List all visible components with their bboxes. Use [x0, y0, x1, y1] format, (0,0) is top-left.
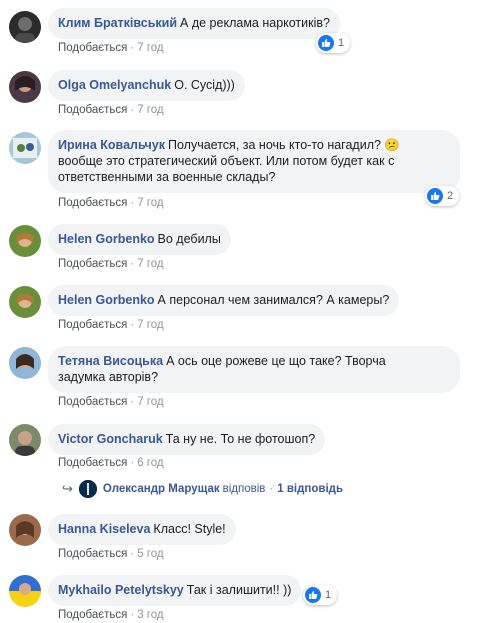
reply-arrow-icon: ↪: [62, 481, 73, 496]
comment-actions: Подобається · 7 год: [58, 396, 164, 408]
reaction-number: 2: [447, 190, 454, 202]
comment-time[interactable]: 7 год: [137, 258, 163, 270]
like-button[interactable]: Подобається: [58, 609, 127, 621]
comment-text: А персонал чем занимался? А камеры?: [157, 293, 390, 307]
comment-actions: Подобається · 5 год: [58, 548, 164, 560]
comment-actions: Подобається · 7 год: [58, 258, 164, 270]
comment-author[interactable]: Тетяна Висоцька: [58, 354, 163, 368]
comment-bubble: Olga Omelyanchuk О. Сусід))): [48, 70, 245, 101]
comment-text: А де реклама наркотиків?: [180, 16, 330, 30]
reply-count-link[interactable]: 1 відповідь: [277, 483, 343, 495]
avatar[interactable]: [9, 71, 41, 103]
reply-author[interactable]: Олександр Марущак: [103, 483, 220, 495]
like-button[interactable]: Подобається: [58, 197, 127, 209]
avatar[interactable]: [9, 347, 41, 379]
comment-time[interactable]: 5 год: [137, 548, 163, 560]
like-button[interactable]: Подобається: [58, 104, 127, 116]
comment-author[interactable]: Helen Gorbenko: [58, 293, 155, 307]
reaction-count[interactable]: 2: [425, 186, 460, 206]
comment-text: Во дебилы: [157, 232, 221, 246]
avatar[interactable]: [9, 132, 41, 164]
comment-author[interactable]: Hanna Kiseleva: [58, 522, 150, 536]
like-button[interactable]: Подобається: [58, 548, 127, 560]
like-icon: [318, 35, 334, 51]
comment-text-line3: ответственными за военные склады?: [58, 170, 276, 184]
reaction-number: 1: [325, 589, 332, 601]
reaction-number: 1: [338, 37, 345, 49]
comment-author[interactable]: Ирина Ковальчук: [58, 138, 165, 152]
comment-actions: Подобається · 7 год: [58, 104, 164, 116]
comment-actions: Подобається · 3 год: [58, 609, 164, 621]
replies-summary[interactable]: ↪ Олександр Марущак відповів · 1 відпові…: [62, 480, 343, 498]
like-button[interactable]: Подобається: [58, 457, 127, 469]
comment-author[interactable]: Helen Gorbenko: [58, 232, 155, 246]
like-button[interactable]: Подобається: [58, 396, 127, 408]
comment-time[interactable]: 7 год: [137, 319, 163, 331]
comment-time[interactable]: 7 год: [137, 104, 163, 116]
comment-actions: Подобається · 7 год: [58, 319, 164, 331]
comment-text: О. Сусід))): [174, 78, 235, 92]
comment-text-line2: вообще это стратегический объект. Или по…: [58, 154, 395, 168]
comment-author[interactable]: Mykhailo Petelytskyy: [58, 583, 184, 597]
comment-actions: Подобається · 7 год: [58, 42, 164, 54]
avatar[interactable]: [9, 11, 41, 43]
comment-bubble: Тетяна Висоцька А ось оце рожеве це що та…: [48, 346, 460, 393]
comment-author[interactable]: Клим Братківський: [58, 16, 177, 30]
like-icon: [427, 188, 443, 204]
comment-text-line1: Получается, за ночь кто-то нагадил? 😕: [168, 138, 400, 152]
comment-bubble: Ирина Ковальчук Получается, за ночь кто-т…: [48, 130, 460, 193]
comment-author[interactable]: Victor Goncharuk: [58, 432, 163, 446]
comment-time[interactable]: 3 год: [137, 609, 163, 621]
comment-bubble: Клим Братківський А де реклама наркотиків…: [48, 8, 340, 39]
comment-bubble: Helen Gorbenko Во дебилы: [48, 224, 231, 255]
like-icon: [305, 587, 321, 603]
avatar[interactable]: [9, 424, 41, 456]
avatar[interactable]: [9, 286, 41, 318]
comment-text-line1: А ось оце рожеве це що таке? Творча: [166, 354, 386, 368]
comment-bubble: Helen Gorbenko А персонал чем занимался? …: [48, 285, 400, 316]
comment-time[interactable]: 6 год: [137, 457, 163, 469]
comment-time[interactable]: 7 год: [137, 42, 163, 54]
reaction-count[interactable]: 1: [303, 585, 338, 605]
comment-text: Так і залишити!! )): [186, 583, 292, 597]
comment-time[interactable]: 7 год: [137, 396, 163, 408]
comment-actions: Подобається · 6 год: [58, 457, 164, 469]
comment-actions: Подобається · 7 год: [58, 197, 164, 209]
reply-verb: відповів: [222, 483, 266, 495]
like-button[interactable]: Подобається: [58, 319, 127, 331]
comment-text-line2: задумка авторів?: [58, 370, 159, 384]
avatar: [78, 480, 97, 498]
like-button[interactable]: Подобається: [58, 42, 127, 54]
avatar[interactable]: [9, 225, 41, 257]
like-button[interactable]: Подобається: [58, 258, 127, 270]
comment-author[interactable]: Olga Omelyanchuk: [58, 78, 171, 92]
comment-text: Класс! Style!: [153, 522, 226, 536]
comment-text: Та ну не. То не фотошоп?: [165, 432, 316, 446]
comment-bubble: Mykhailo Petelytskyy Так і залишити!! )): [48, 575, 302, 606]
comment-bubble: Hanna Kiseleva Класс! Style!: [48, 514, 236, 545]
avatar[interactable]: [9, 575, 41, 607]
reaction-count[interactable]: 1: [316, 33, 351, 53]
avatar[interactable]: [9, 514, 41, 546]
comment-bubble: Victor Goncharuk Та ну не. То не фотошоп?: [48, 424, 326, 455]
comment-time[interactable]: 7 год: [137, 197, 163, 209]
